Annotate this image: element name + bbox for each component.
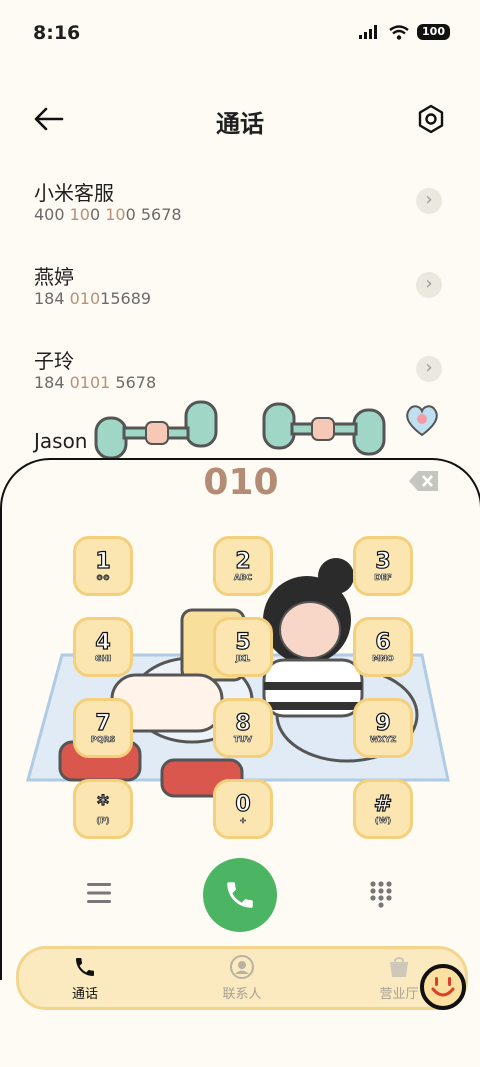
heart-sticker-icon xyxy=(406,405,438,437)
battery-indicator: 100 xyxy=(417,24,450,40)
bottom-tab-bar: 通话 联系人 营业厅 xyxy=(16,946,468,1010)
contact-name: Jason xyxy=(34,429,88,453)
store-icon xyxy=(390,957,408,977)
dial-key-4[interactable]: 4 GHI xyxy=(73,617,133,677)
list-item[interactable]: 子玲 184 0101 5678 › xyxy=(0,333,480,413)
smiley-sticker-icon xyxy=(420,964,466,1010)
tab-label: 通话 xyxy=(71,987,98,1002)
contacts-icon xyxy=(230,955,254,979)
tab-label: 联系人 xyxy=(222,987,262,1002)
settings-icon[interactable] xyxy=(414,102,448,136)
contact-name: 小米客服 xyxy=(34,181,114,205)
dial-key-star[interactable]: * (P) xyxy=(73,779,133,839)
dial-key-2[interactable]: 2 ABC xyxy=(213,536,273,596)
dial-key-5[interactable]: 5 JKL xyxy=(213,617,273,677)
chevron-right-icon[interactable]: › xyxy=(416,356,442,382)
tab-calls[interactable]: 通话 xyxy=(45,955,125,1002)
phone-icon xyxy=(76,958,94,976)
contact-number: 184 0101 5678 xyxy=(34,373,157,392)
dial-key-8[interactable]: 8 TUV xyxy=(213,698,273,758)
dumbbell-illustration xyxy=(262,402,386,456)
dumbbell-illustration xyxy=(94,400,218,460)
list-item[interactable]: 小米客服 400 100 100 5678 › xyxy=(0,165,480,245)
status-bar: 8:16 100 xyxy=(0,0,480,70)
call-button[interactable] xyxy=(203,858,277,932)
dial-key-hash[interactable]: # (W) xyxy=(353,779,413,839)
list-item[interactable]: 燕婷 184 01015689 › xyxy=(0,249,480,329)
dial-key-0[interactable]: 0 + xyxy=(213,779,273,839)
signal-icon xyxy=(359,25,378,39)
chevron-right-icon[interactable]: › xyxy=(416,188,442,214)
phone-icon xyxy=(227,882,253,908)
dial-key-3[interactable]: 3 DEF xyxy=(353,536,413,596)
page-title: 通话 xyxy=(216,110,264,138)
dial-key-6[interactable]: 6 MNO xyxy=(353,617,413,677)
header: 通话 xyxy=(0,90,480,150)
dialpad-toggle-icon[interactable] xyxy=(369,880,393,908)
dial-key-7[interactable]: 7 PQRS xyxy=(73,698,133,758)
contact-name: 子玲 xyxy=(34,349,74,373)
contact-number: 400 100 100 5678 xyxy=(34,205,182,224)
dial-key-9[interactable]: 9 WXYZ xyxy=(353,698,413,758)
wifi-icon xyxy=(389,24,409,40)
backspace-icon[interactable] xyxy=(408,470,440,492)
contact-number: 184 01015689 xyxy=(34,289,152,308)
status-icons: 100 xyxy=(359,24,450,40)
chevron-right-icon[interactable]: › xyxy=(416,272,442,298)
status-time: 8:16 xyxy=(33,22,81,44)
tab-contacts[interactable]: 联系人 xyxy=(202,955,282,1002)
contact-name: 燕婷 xyxy=(34,265,74,289)
dial-key-1[interactable]: 1 ⊙⊙ xyxy=(73,536,133,596)
menu-icon[interactable] xyxy=(87,882,111,904)
